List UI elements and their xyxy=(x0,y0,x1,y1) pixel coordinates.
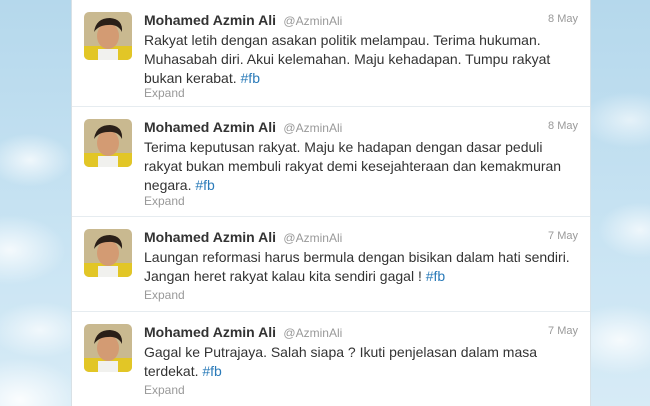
tweet-text: Terima keputusan rakyat. Maju ke hadapan… xyxy=(144,138,580,195)
author-handle[interactable]: @AzminAli xyxy=(283,231,342,245)
author-handle[interactable]: @AzminAli xyxy=(283,326,342,340)
avatar[interactable] xyxy=(84,12,132,60)
tweet-date[interactable]: 8 May xyxy=(548,120,578,132)
avatar[interactable] xyxy=(84,229,132,277)
tweet-text: Rakyat letih dengan asakan politik melam… xyxy=(144,31,580,88)
avatar[interactable] xyxy=(84,324,132,372)
expand-link[interactable]: Expand xyxy=(144,288,185,302)
tweet-date[interactable]: 7 May xyxy=(548,230,578,242)
author-name[interactable]: Mohamed Azmin Ali xyxy=(144,12,276,28)
tweet-header: Mohamed Azmin Ali @AzminAli 7 May xyxy=(144,229,578,245)
tweet-body: Laungan reformasi harus bermula dengan b… xyxy=(144,249,570,284)
tweet-item[interactable]: Mohamed Azmin Ali @AzminAli 7 May Gagal … xyxy=(72,312,590,406)
author-name[interactable]: Mohamed Azmin Ali xyxy=(144,229,276,245)
tweet-header: Mohamed Azmin Ali @AzminAli 8 May xyxy=(144,119,578,135)
tweet-date[interactable]: 8 May xyxy=(548,13,578,25)
author-handle[interactable]: @AzminAli xyxy=(283,121,342,135)
avatar[interactable] xyxy=(84,119,132,167)
tweet-header: Mohamed Azmin Ali @AzminAli 8 May xyxy=(144,12,578,28)
author-name[interactable]: Mohamed Azmin Ali xyxy=(144,119,276,135)
author-handle[interactable]: @AzminAli xyxy=(283,14,342,28)
expand-link[interactable]: Expand xyxy=(144,86,185,100)
hashtag-link[interactable]: #fb xyxy=(241,70,260,86)
hashtag-link[interactable]: #fb xyxy=(202,363,221,379)
hashtag-link[interactable]: #fb xyxy=(426,268,445,284)
tweet-body: Rakyat letih dengan asakan politik melam… xyxy=(144,32,551,86)
tweet-item[interactable]: Mohamed Azmin Ali @AzminAli 7 May Launga… xyxy=(72,217,590,312)
tweet-item[interactable]: Mohamed Azmin Ali @AzminAli 8 May Terima… xyxy=(72,107,590,217)
expand-link[interactable]: Expand xyxy=(144,194,185,208)
hashtag-link[interactable]: #fb xyxy=(195,177,214,193)
tweet-date[interactable]: 7 May xyxy=(548,325,578,337)
tweet-text: Gagal ke Putrajaya. Salah siapa ? Ikuti … xyxy=(144,343,580,381)
expand-link[interactable]: Expand xyxy=(144,383,185,397)
author-name[interactable]: Mohamed Azmin Ali xyxy=(144,324,276,340)
tweet-item[interactable]: Mohamed Azmin Ali @AzminAli 8 May Rakyat… xyxy=(72,0,590,107)
tweet-timeline: Mohamed Azmin Ali @AzminAli 8 May Rakyat… xyxy=(71,0,591,406)
tweet-text: Laungan reformasi harus bermula dengan b… xyxy=(144,248,580,286)
tweet-header: Mohamed Azmin Ali @AzminAli 7 May xyxy=(144,324,578,340)
